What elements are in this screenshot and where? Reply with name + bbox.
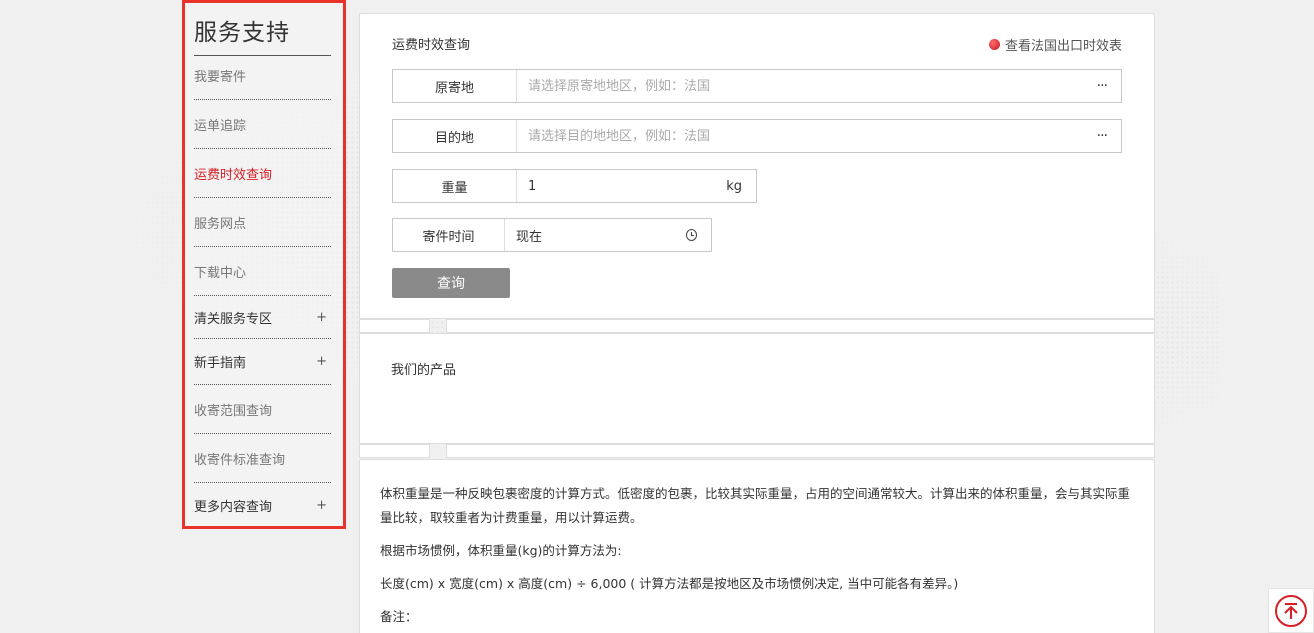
rate-query-panel: 运费时效查询 查看法国出口时效表 原寄地 ··· 目的地 ··· 重量 kg 寄… (359, 13, 1155, 319)
weight-input[interactable] (517, 170, 727, 202)
sidebar-item-label: 清关服务专区 (194, 311, 273, 327)
destination-input[interactable] (517, 120, 1097, 152)
rate-query-heading: 运费时效查询 (392, 38, 471, 53)
sidebar-title: 服务支持 (194, 13, 331, 56)
weight-field: 重量 kg (392, 169, 757, 203)
sidebar-item-label: 运费时效查询 (194, 167, 273, 183)
volumetric-weight-panel: 体积重量是一种反映包裹密度的计算方式。低密度的包裹，比较其实际重量，占用的空间通… (359, 459, 1155, 633)
send-time-input[interactable] (504, 219, 686, 251)
arrow-up-icon (1275, 594, 1307, 627)
sidebar-item-beginner-guide[interactable]: 新手指南 + (194, 339, 331, 385)
clock-icon[interactable] (685, 229, 697, 241)
query-button[interactable]: 查询 (392, 268, 510, 298)
send-time-field: 寄件时间 (392, 218, 712, 252)
expand-plus-icon[interactable]: + (316, 354, 327, 369)
destination-label: 目的地 (393, 120, 517, 152)
products-title: 我们的产品 (391, 363, 457, 378)
sidebar-item-customs[interactable]: 清关服务专区 + (194, 296, 331, 339)
tab-stub (446, 319, 1155, 333)
expand-plus-icon[interactable]: + (316, 310, 327, 325)
expand-plus-icon[interactable]: + (316, 498, 327, 513)
sidebar-item-label: 运单追踪 (194, 118, 247, 134)
more-options-icon[interactable]: ··· (1097, 128, 1121, 144)
sidebar-item-label: 更多内容查询 (194, 499, 273, 515)
sidebar-item-label: 收寄件标准查询 (194, 452, 286, 468)
globe-icon (988, 39, 1000, 50)
origin-input[interactable] (517, 70, 1097, 102)
sidebar-item-standard-query[interactable]: 收寄件标准查询 (194, 434, 331, 483)
export-link-label: 查看法国出口时效表 (1004, 39, 1122, 54)
export-time-table-link[interactable]: 查看法国出口时效表 (988, 35, 1122, 54)
weight-unit: kg (726, 178, 742, 194)
sidebar-item-range-query[interactable]: 收寄范围查询 (194, 385, 331, 434)
sidebar-item-label: 收寄范围查询 (194, 403, 273, 419)
sidebar-item-label: 服务网点 (194, 216, 247, 232)
description-paragraph: 备注： (380, 609, 418, 624)
sidebar-item-service-points[interactable]: 服务网点 (194, 198, 331, 247)
description-paragraph: 体积重量是一种反映包裹密度的计算方式。低密度的包裹，比较其实际重量，占用的空间通… (380, 486, 1131, 525)
service-support-sidebar: 服务支持 我要寄件 运单追踪 运费时效查询 服务网点 下载中心 清关服务专区 +… (182, 0, 346, 529)
description-paragraph: 长度(cm) x 宽度(cm) x 高度(cm) ÷ 6,000 ( 计算方法都… (380, 576, 959, 591)
description-paragraph: 根据市场惯例，体积重量(kg)的计算方法为: (380, 543, 622, 558)
sidebar-item-label: 新手指南 (194, 356, 247, 371)
sidebar-item-downloads[interactable]: 下载中心 (194, 247, 331, 296)
send-time-label: 寄件时间 (393, 219, 505, 251)
tab-stub (446, 444, 1155, 458)
origin-label: 原寄地 (393, 70, 517, 102)
weight-label: 重量 (393, 170, 517, 202)
tab-stub (359, 319, 430, 333)
more-options-icon[interactable]: ··· (1097, 78, 1121, 94)
products-panel: 我们的产品 (359, 333, 1155, 444)
sidebar-item-rate-query[interactable]: 运费时效查询 (194, 149, 331, 198)
volumetric-weight-description: 体积重量是一种反映包裹密度的计算方式。低密度的包裹，比较其实际重量，占用的空间通… (380, 482, 1140, 633)
sidebar-item-more[interactable]: 更多内容查询 + (194, 483, 331, 527)
tab-stub (359, 444, 430, 458)
sidebar-item-label: 我要寄件 (194, 69, 247, 85)
sidebar-item-send[interactable]: 我要寄件 (194, 51, 331, 100)
sidebar-item-label: 下载中心 (194, 265, 247, 281)
destination-field: 目的地 ··· (392, 119, 1122, 153)
origin-field: 原寄地 ··· (392, 69, 1122, 103)
back-to-top-button[interactable] (1268, 588, 1314, 633)
sidebar-item-tracking[interactable]: 运单追踪 (194, 100, 331, 149)
